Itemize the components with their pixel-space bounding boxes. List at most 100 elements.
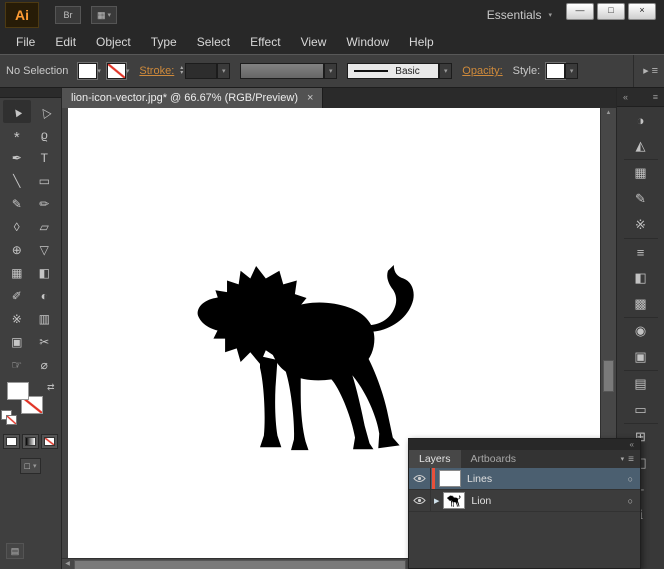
pencil-tool[interactable]: ✏ (31, 192, 59, 215)
color-guide-panel-icon[interactable]: ◭ (617, 133, 664, 159)
selection-tool[interactable]: ▲ (3, 100, 31, 123)
collapsed-panel-icon[interactable]: ▤ (6, 543, 24, 559)
minimize-button[interactable]: — (566, 3, 594, 20)
menu-window[interactable]: Window (336, 35, 399, 49)
layers-panel-collapse-bar[interactable]: « (409, 439, 640, 450)
menu-select[interactable]: Select (187, 35, 240, 49)
line-segment-tool[interactable]: ╲ (3, 169, 31, 192)
width-profile-dropdown[interactable] (240, 63, 325, 79)
direct-selection-tool[interactable]: △ (31, 100, 59, 123)
gradient-tool[interactable]: ◧ (31, 261, 59, 284)
rectangle-tool[interactable]: ▭ (31, 169, 59, 192)
layer-thumbnail[interactable] (443, 492, 466, 509)
menu-edit[interactable]: Edit (45, 35, 86, 49)
symbol-sprayer-tool[interactable]: ※ (3, 307, 31, 330)
vertical-scroll-thumb[interactable] (603, 360, 614, 392)
artboards-panel-icon[interactable]: ▭ (617, 397, 664, 423)
workspace-switcher[interactable]: Essentials ▾ (487, 8, 552, 22)
gradient-mode-button[interactable] (22, 434, 39, 449)
magic-wand-tool[interactable]: * (3, 123, 31, 146)
layer-thumbnail[interactable] (439, 470, 461, 487)
control-panel-menu[interactable]: ▶ ≡ (633, 55, 658, 87)
caret-down-icon[interactable]: ▾ (97, 67, 101, 75)
stroke-color-swatch[interactable] (106, 63, 126, 79)
gradient-panel-icon[interactable]: ◧ (617, 265, 664, 291)
disclosure-triangle-icon[interactable]: ▶ (434, 497, 439, 505)
shape-builder-tool[interactable]: ⊕ (3, 238, 31, 261)
swatches-panel-icon[interactable]: ▦ (617, 160, 664, 186)
column-graph-tool[interactable]: ▥ (31, 307, 59, 330)
layer-name[interactable]: Lion (471, 495, 491, 507)
dock-header[interactable]: « ≡ (617, 88, 664, 107)
brushes-panel-icon[interactable]: ✎ (617, 186, 664, 212)
appearance-panel-icon[interactable]: ◉ (617, 318, 664, 344)
color-panel-icon[interactable]: ◑ (617, 107, 664, 133)
dock-menu-icon[interactable]: ≡ (653, 92, 658, 102)
free-transform-tool[interactable]: ▱ (31, 215, 59, 238)
tab-artboards[interactable]: Artboards (461, 450, 527, 468)
swap-fill-stroke-icon[interactable]: ⇄ (47, 382, 55, 393)
layer-row-lines[interactable]: Lines ○ (409, 468, 640, 490)
layers-panel-dock-icon[interactable]: ▤ (617, 371, 664, 397)
fill-indicator-swatch[interactable] (7, 382, 29, 400)
expand-panels-icon[interactable]: « (623, 92, 628, 102)
horizontal-scroll-thumb[interactable] (74, 560, 406, 569)
paintbrush-tool[interactable]: ✎ (3, 192, 31, 215)
lion-silhouette-artwork[interactable] (196, 262, 419, 458)
menu-help[interactable]: Help (399, 35, 444, 49)
screen-mode-button[interactable]: □ ▾ (19, 458, 42, 474)
layers-panel-menu[interactable]: ▾ ≡ (621, 450, 640, 468)
lasso-tool[interactable]: ϱ (31, 123, 59, 146)
scroll-up-arrow[interactable]: ▲ (601, 108, 616, 119)
blend-tool[interactable]: ◐ (31, 284, 59, 307)
tab-close-icon[interactable]: × (307, 92, 313, 104)
mesh-tool[interactable]: ▦ (3, 261, 31, 284)
menu-object[interactable]: Object (86, 35, 141, 49)
brush-definition-dropdown[interactable]: Basic (347, 63, 440, 79)
target-circle-icon[interactable]: ○ (628, 496, 633, 506)
eyedropper-tool[interactable]: ✐ (3, 284, 31, 307)
layer-row-lion[interactable]: ▶ Lion ○ (409, 490, 640, 512)
visibility-toggle[interactable] (409, 468, 431, 489)
stroke-panel-icon[interactable]: ≡ (617, 239, 664, 265)
width-tool[interactable]: ◊ (3, 215, 31, 238)
perspective-grid-tool[interactable]: ▽ (31, 238, 59, 261)
stroke-weight-field[interactable] (185, 63, 218, 79)
tools-panel-header[interactable] (0, 88, 61, 98)
maximize-button[interactable]: □ (597, 3, 625, 20)
menu-view[interactable]: View (291, 35, 337, 49)
none-mode-button[interactable] (41, 434, 58, 449)
menu-effect[interactable]: Effect (240, 35, 290, 49)
stroke-link[interactable]: Stroke: (139, 65, 174, 77)
brush-definition-caret[interactable]: ▾ (439, 63, 453, 79)
graphic-styles-panel-icon[interactable]: ▣ (617, 344, 664, 370)
zoom-tool[interactable]: ⌀ (31, 353, 59, 376)
tab-layers[interactable]: Layers (409, 450, 461, 468)
artboard-tool[interactable]: ▣ (3, 330, 31, 353)
width-profile-caret[interactable]: ▾ (324, 63, 338, 79)
style-caret[interactable]: ▾ (565, 63, 579, 79)
menu-type[interactable]: Type (141, 35, 187, 49)
collapse-to-icons-icon[interactable]: « (630, 440, 634, 449)
document-tab[interactable]: lion-icon-vector.jpg* @ 66.67% (RGB/Prev… (62, 88, 324, 108)
transparency-panel-icon[interactable]: ▩ (617, 291, 664, 317)
visibility-toggle[interactable] (409, 490, 431, 511)
type-tool[interactable]: T (31, 146, 59, 169)
slice-tool[interactable]: ✂ (31, 330, 59, 353)
stroke-weight-stepper[interactable]: ▴ ▾ (180, 65, 183, 76)
scroll-left-arrow[interactable]: ◀ (62, 559, 73, 569)
bridge-icon[interactable]: Br (55, 6, 81, 24)
default-stroke-icon[interactable] (6, 415, 17, 425)
caret-down-icon[interactable]: ▾ (126, 67, 130, 75)
style-swatch[interactable] (546, 63, 566, 79)
color-mode-button[interactable] (3, 434, 20, 449)
stroke-weight-dropdown[interactable]: ▾ (217, 63, 231, 79)
opacity-link[interactable]: Opacity: (462, 65, 502, 77)
menu-file[interactable]: File (6, 35, 45, 49)
arrange-documents-icon[interactable]: ▦ ▾ (91, 6, 117, 24)
close-button[interactable]: × (628, 3, 656, 20)
fill-color-swatch[interactable] (78, 63, 98, 79)
target-circle-icon[interactable]: ○ (628, 474, 633, 484)
symbols-panel-icon[interactable]: ※ (617, 212, 664, 238)
layer-name[interactable]: Lines (467, 473, 492, 485)
